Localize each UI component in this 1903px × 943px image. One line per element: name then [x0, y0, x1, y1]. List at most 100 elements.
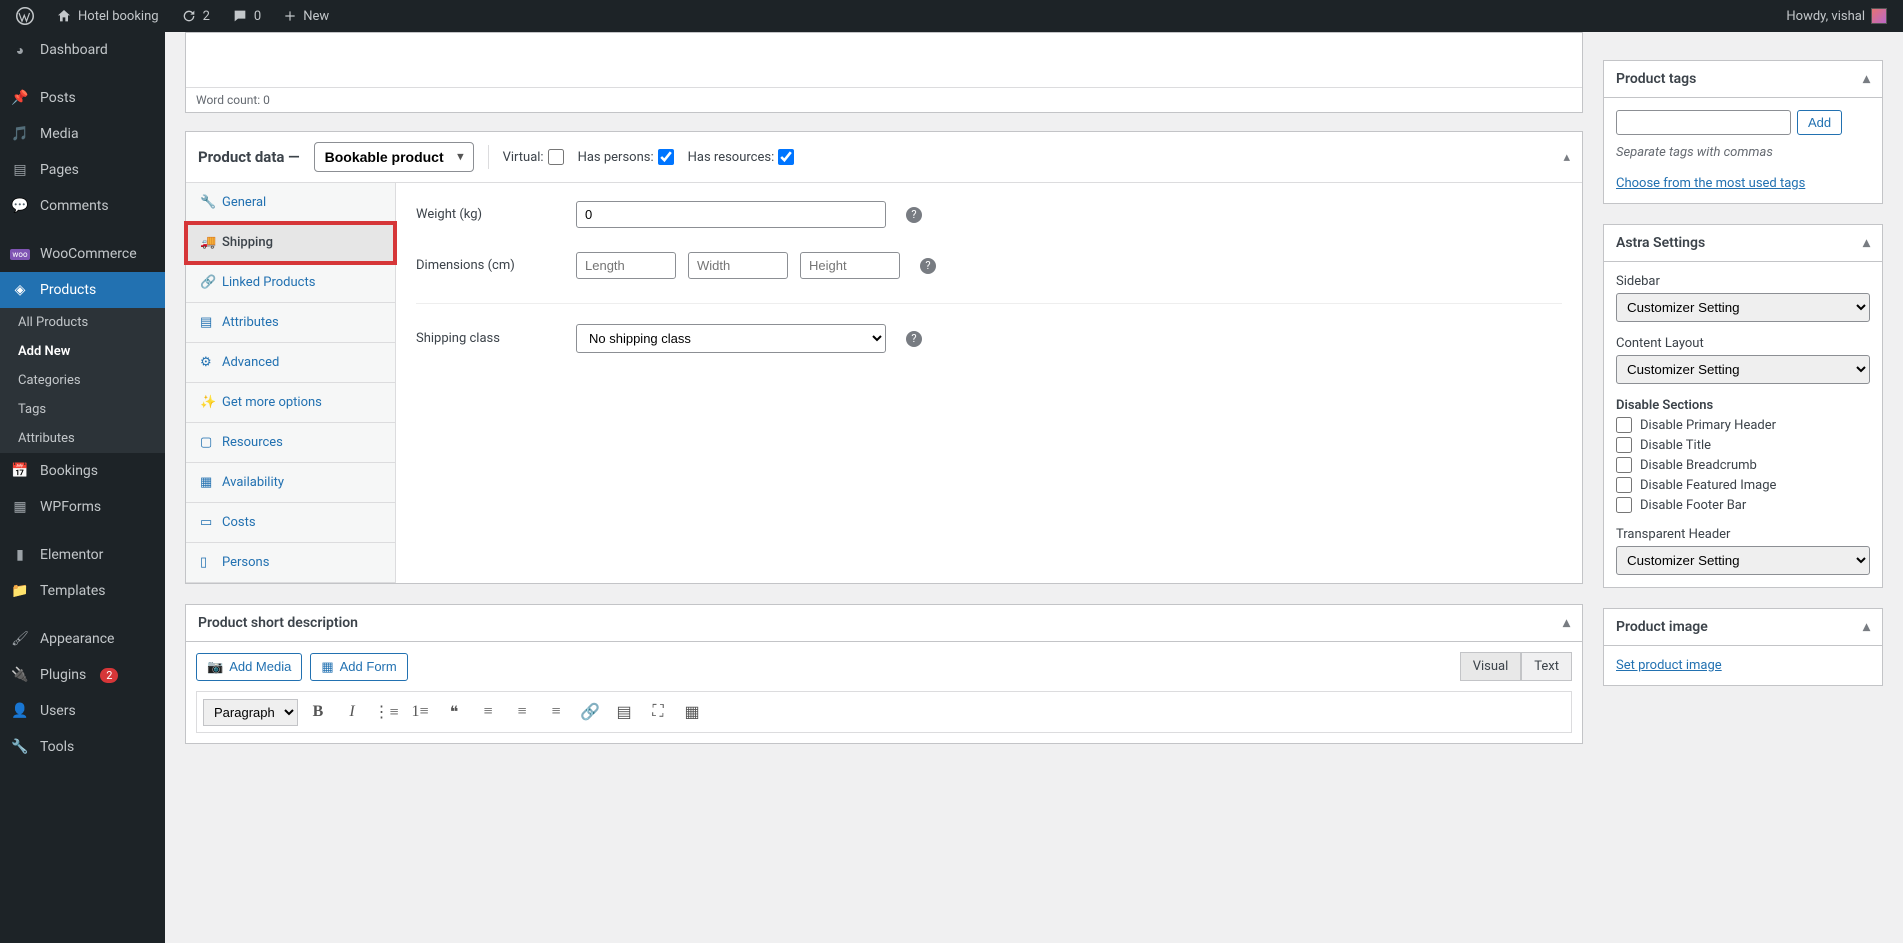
trans-label: Transparent Header: [1616, 527, 1870, 542]
menu-tools[interactable]: 🔧Tools: [0, 729, 165, 765]
menu-pages[interactable]: ▤Pages: [0, 152, 165, 188]
sub-tags[interactable]: Tags: [0, 395, 165, 424]
panel-toggle[interactable]: ▴: [1863, 619, 1870, 635]
sub-all-products[interactable]: All Products: [0, 308, 165, 337]
calendar-icon: ▦: [200, 475, 214, 490]
admin-bar: Hotel booking 2 0 New Howdy, vishal: [0, 0, 1903, 32]
menu-wpforms[interactable]: ▦WPForms: [0, 489, 165, 525]
menu-dashboard[interactable]: ◕Dashboard: [0, 32, 165, 68]
add-media-button[interactable]: 📷Add Media: [196, 653, 302, 681]
wp-logo[interactable]: [8, 0, 42, 32]
visual-tab[interactable]: Visual: [1460, 652, 1522, 681]
tag-input[interactable]: [1616, 110, 1791, 135]
product-type-select[interactable]: Bookable product: [314, 142, 474, 172]
comments-count: 0: [254, 9, 261, 24]
panel-toggle[interactable]: ▴: [1863, 235, 1870, 251]
add-tag-button[interactable]: Add: [1797, 110, 1842, 135]
virtual-option[interactable]: Virtual:: [503, 149, 564, 165]
tab-persons[interactable]: ▯Persons: [186, 543, 395, 583]
italic-button[interactable]: I: [338, 698, 366, 726]
disable-breadcrumb[interactable]: Disable Breadcrumb: [1616, 457, 1870, 473]
ol-button[interactable]: 1≡: [406, 698, 434, 726]
ul-button[interactable]: ⋮≡: [372, 698, 400, 726]
menu-products[interactable]: ◈Products: [0, 272, 165, 308]
align-right-button[interactable]: ≡: [542, 698, 570, 726]
weight-input[interactable]: [576, 201, 886, 228]
height-input[interactable]: [800, 252, 900, 279]
howdy-link[interactable]: Howdy, vishal: [1778, 0, 1895, 32]
help-icon[interactable]: ?: [920, 258, 936, 274]
more-button[interactable]: ▤: [610, 698, 638, 726]
help-icon[interactable]: ?: [906, 331, 922, 347]
text-tab[interactable]: Text: [1521, 652, 1572, 681]
sub-attributes[interactable]: Attributes: [0, 424, 165, 453]
format-select[interactable]: Paragraph: [203, 699, 298, 726]
disable-featured-image[interactable]: Disable Featured Image: [1616, 477, 1870, 493]
sparkle-icon: ✨: [200, 395, 214, 410]
panel-toggle[interactable]: ▴: [1863, 71, 1870, 87]
updates-link[interactable]: 2: [173, 0, 218, 32]
virtual-checkbox[interactable]: [548, 149, 564, 165]
align-left-button[interactable]: ≡: [474, 698, 502, 726]
tab-costs[interactable]: ▭Costs: [186, 503, 395, 543]
panel-toggle[interactable]: ▴: [1563, 615, 1570, 631]
menu-appearance[interactable]: 🖌Appearance: [0, 621, 165, 657]
choose-tags-link[interactable]: Choose from the most used tags: [1616, 176, 1805, 191]
product-icon: ◈: [10, 280, 30, 300]
length-input[interactable]: [576, 252, 676, 279]
menu-posts[interactable]: 📌Posts: [0, 80, 165, 116]
new-link[interactable]: New: [275, 0, 337, 32]
tab-linked[interactable]: 🔗Linked Products: [186, 263, 395, 303]
money-icon: ▭: [200, 515, 214, 530]
disable-primary-header[interactable]: Disable Primary Header: [1616, 417, 1870, 433]
tab-more[interactable]: ✨Get more options: [186, 383, 395, 423]
gear-icon: ⚙: [200, 355, 214, 370]
bold-button[interactable]: B: [304, 698, 332, 726]
has-resources-checkbox[interactable]: [778, 149, 794, 165]
quote-button[interactable]: ❝: [440, 698, 468, 726]
tab-shipping[interactable]: 🚚Shipping: [186, 223, 395, 263]
menu-plugins[interactable]: 🔌Plugins2: [0, 657, 165, 693]
sidebar-select[interactable]: Customizer Setting: [1616, 293, 1870, 322]
width-input[interactable]: [688, 252, 788, 279]
media-icon: 🎵: [10, 124, 30, 144]
tab-resources[interactable]: ▢Resources: [186, 423, 395, 463]
tab-general[interactable]: 🔧General: [186, 183, 395, 223]
toolbar-toggle-button[interactable]: ▦: [678, 698, 706, 726]
menu-woocommerce[interactable]: wooWooCommerce: [0, 236, 165, 272]
link-button[interactable]: 🔗: [576, 698, 604, 726]
has-resources-option[interactable]: Has resources:: [688, 149, 795, 165]
list-icon: ▤: [200, 315, 214, 330]
set-product-image-link[interactable]: Set product image: [1616, 658, 1722, 673]
fullscreen-button[interactable]: ⛶: [644, 698, 672, 726]
menu-comments[interactable]: 💬Comments: [0, 188, 165, 224]
tab-advanced[interactable]: ⚙Advanced: [186, 343, 395, 383]
panel-toggle[interactable]: ▴: [1563, 150, 1570, 165]
add-form-button[interactable]: ▦Add Form: [310, 653, 407, 681]
sub-add-new[interactable]: Add New: [0, 337, 165, 366]
product-data-title: Product data —: [198, 148, 300, 166]
menu-users[interactable]: 👤Users: [0, 693, 165, 729]
product-data-panel: Product data — Bookable product Virtual:…: [185, 131, 1583, 584]
align-center-button[interactable]: ≡: [508, 698, 536, 726]
menu-bookings[interactable]: 📅Bookings: [0, 453, 165, 489]
tab-attributes[interactable]: ▤Attributes: [186, 303, 395, 343]
admin-sidebar: ◕Dashboard 📌Posts 🎵Media ▤Pages 💬Comment…: [0, 32, 165, 943]
layout-select[interactable]: Customizer Setting: [1616, 355, 1870, 384]
shipping-class-select[interactable]: No shipping class: [576, 324, 886, 353]
menu-templates[interactable]: 📁Templates: [0, 573, 165, 609]
menu-elementor[interactable]: ▮Elementor: [0, 537, 165, 573]
disable-footer-bar[interactable]: Disable Footer Bar: [1616, 497, 1870, 513]
menu-media[interactable]: 🎵Media: [0, 116, 165, 152]
tab-availability[interactable]: ▦Availability: [186, 463, 395, 503]
has-persons-checkbox[interactable]: [658, 149, 674, 165]
site-link[interactable]: Hotel booking: [48, 0, 167, 32]
trans-select[interactable]: Customizer Setting: [1616, 546, 1870, 575]
product-image-panel: Product image▴ Set product image: [1603, 608, 1883, 686]
folder-icon: 📁: [10, 581, 30, 601]
comments-link[interactable]: 0: [224, 0, 269, 32]
has-persons-option[interactable]: Has persons:: [578, 149, 674, 165]
disable-title[interactable]: Disable Title: [1616, 437, 1870, 453]
sub-categories[interactable]: Categories: [0, 366, 165, 395]
help-icon[interactable]: ?: [906, 207, 922, 223]
